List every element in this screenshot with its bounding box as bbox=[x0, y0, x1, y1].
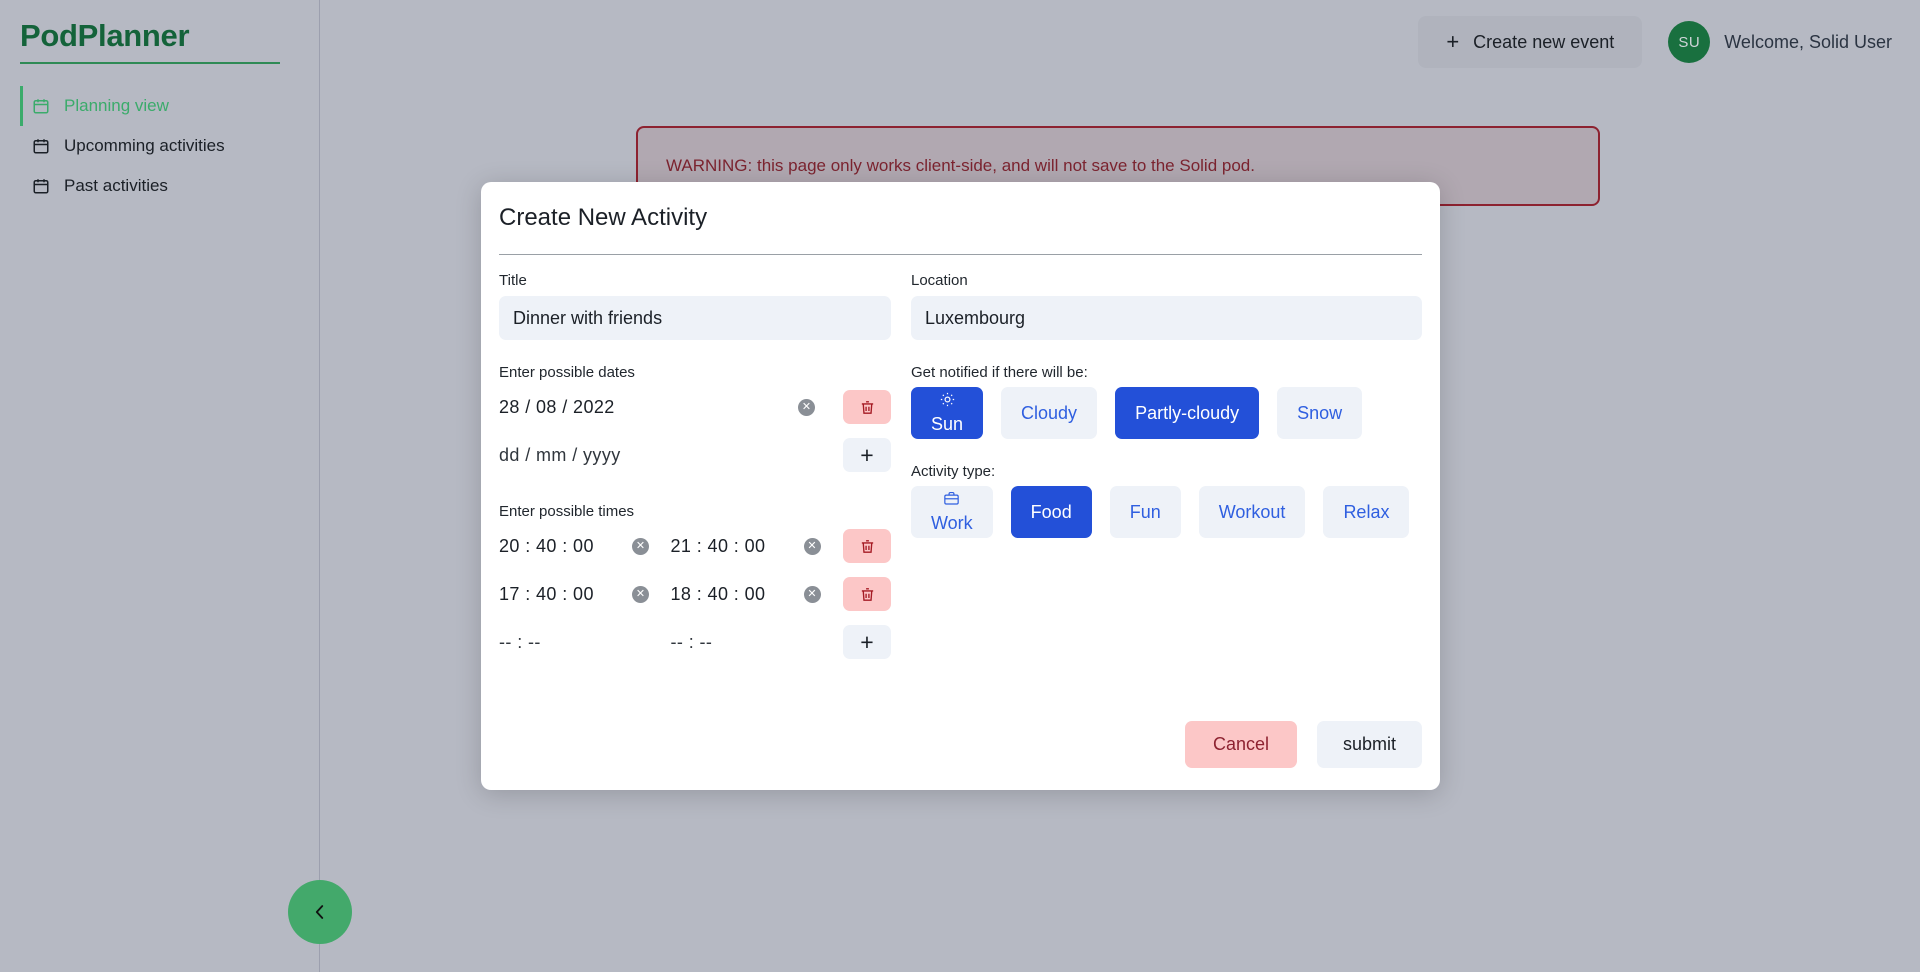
clear-circle-icon[interactable]: ✕ bbox=[798, 398, 815, 416]
weather-chip-label: Partly-cloudy bbox=[1135, 402, 1240, 423]
date-input-empty[interactable]: dd / mm / yyyy bbox=[499, 445, 798, 466]
delete-date-button[interactable] bbox=[843, 390, 891, 424]
weather-chip-label: Sun bbox=[931, 414, 964, 434]
date-input[interactable]: 28 / 08 / 2022 bbox=[499, 397, 798, 418]
clear-circle-icon[interactable]: ✕ bbox=[632, 585, 649, 603]
activity-chip-workout[interactable]: Workout bbox=[1198, 486, 1306, 538]
welcome-text: Welcome, Solid User bbox=[1724, 31, 1892, 52]
sidebar: PodPlanner Planning view Upcomming activ… bbox=[0, 0, 320, 972]
trash-icon bbox=[861, 400, 873, 414]
modal-title: Create New Activity bbox=[499, 204, 708, 231]
location-input[interactable] bbox=[911, 296, 1422, 340]
activity-chip-fun[interactable]: Fun bbox=[1109, 486, 1181, 538]
sidebar-item-planning-view[interactable]: Planning view bbox=[20, 86, 300, 126]
activity-chip-label: Food bbox=[1030, 501, 1072, 522]
times-section-label: Enter possible times bbox=[499, 503, 635, 520]
calendar-icon bbox=[32, 97, 50, 115]
user-area[interactable]: SU Welcome, Solid User bbox=[1668, 21, 1892, 63]
clear-circle-icon[interactable]: ✕ bbox=[803, 537, 821, 555]
sidebar-item-label: Past activities bbox=[64, 176, 168, 195]
delete-time-button[interactable] bbox=[843, 577, 891, 611]
sidebar-nav: Planning view Upcomming activities Past … bbox=[20, 86, 300, 206]
collapse-sidebar-button[interactable] bbox=[288, 880, 352, 944]
activity-chip-label: Work bbox=[931, 513, 973, 533]
time-end-input[interactable]: 21 : 40 : 00 bbox=[671, 536, 804, 557]
modal-footer: Cancel submit bbox=[1184, 721, 1422, 768]
add-date-button[interactable]: + bbox=[843, 438, 891, 472]
sidebar-item-label: Upcomming activities bbox=[64, 136, 225, 155]
app-root: PodPlanner Planning view Upcomming activ… bbox=[0, 0, 1920, 972]
weather-chip-snow[interactable]: Snow bbox=[1277, 387, 1363, 439]
time-row-empty: -- : -- ✕ -- : -- ✕ + bbox=[499, 618, 891, 666]
calendar-icon bbox=[32, 177, 50, 195]
time-end-input[interactable]: 18 : 40 : 00 bbox=[671, 584, 804, 605]
plus-icon: + bbox=[860, 441, 874, 468]
weather-chip-sun[interactable]: Sun bbox=[911, 387, 984, 439]
weather-chip-label: Cloudy bbox=[1021, 402, 1078, 423]
activity-chip-label: Workout bbox=[1218, 501, 1286, 522]
dates-section-label: Enter possible dates bbox=[499, 364, 635, 381]
time-start-input[interactable]: 20 : 40 : 00 bbox=[499, 536, 632, 557]
activity-chip-label: Fun bbox=[1129, 501, 1161, 522]
weather-chip-partly-cloudy[interactable]: Partly-cloudy bbox=[1115, 387, 1260, 439]
delete-time-button[interactable] bbox=[843, 529, 891, 563]
submit-button[interactable]: submit bbox=[1316, 721, 1422, 768]
create-activity-modal: Create New Activity Title Enter possible… bbox=[481, 182, 1440, 790]
time-row: 17 : 40 : 00 ✕ 18 : 40 : 00 ✕ bbox=[499, 570, 891, 618]
create-new-event-label: Create new event bbox=[1473, 31, 1615, 52]
activity-chip-label: Relax bbox=[1343, 501, 1390, 522]
weather-chip-label: Snow bbox=[1297, 402, 1343, 423]
briefcase-icon bbox=[943, 490, 960, 512]
calendar-icon bbox=[32, 137, 50, 155]
title-input[interactable] bbox=[499, 296, 891, 340]
date-row: 28 / 08 / 2022 ✕ bbox=[499, 383, 891, 431]
cancel-button[interactable]: Cancel bbox=[1184, 721, 1297, 768]
sun-icon bbox=[939, 391, 956, 413]
title-field-label: Title bbox=[499, 272, 527, 289]
avatar[interactable]: SU bbox=[1668, 21, 1711, 63]
trash-icon bbox=[861, 587, 873, 601]
activity-chip-food[interactable]: Food bbox=[1010, 486, 1092, 538]
modal-right-column: Location Get notified if there will be: … bbox=[911, 272, 1422, 538]
top-header: + Create new event SU Welcome, Solid Use… bbox=[1418, 16, 1892, 68]
clear-circle-icon[interactable]: ✕ bbox=[803, 585, 821, 603]
time-start-input-empty[interactable]: -- : -- bbox=[499, 632, 632, 653]
sidebar-item-label: Planning view bbox=[64, 96, 169, 115]
time-start-input[interactable]: 17 : 40 : 00 bbox=[499, 584, 632, 605]
sidebar-item-upcomming-activities[interactable]: Upcomming activities bbox=[20, 126, 300, 166]
clear-circle-icon[interactable]: ✕ bbox=[632, 537, 649, 555]
weather-section-label: Get notified if there will be: bbox=[911, 364, 1088, 381]
time-end-input-empty[interactable]: -- : -- bbox=[671, 632, 804, 653]
activity-chip-work[interactable]: Work bbox=[911, 486, 993, 538]
chevron-left-icon bbox=[315, 905, 324, 919]
activity-type-chip-group: Work Food Fun Workout Relax bbox=[911, 486, 1422, 538]
plus-icon: + bbox=[860, 628, 874, 655]
activity-type-section-label: Activity type: bbox=[911, 463, 996, 480]
add-time-button[interactable]: + bbox=[843, 625, 891, 659]
location-field-label: Location bbox=[911, 272, 968, 289]
modal-left-column: Title Enter possible dates 28 / 08 / 202… bbox=[499, 272, 891, 666]
trash-icon bbox=[861, 539, 873, 553]
time-row: 20 : 40 : 00 ✕ 21 : 40 : 00 ✕ bbox=[499, 522, 891, 570]
plus-icon: + bbox=[1446, 29, 1460, 54]
modal-divider bbox=[499, 254, 1422, 255]
app-logo: PodPlanner bbox=[20, 18, 280, 64]
warning-text: WARNING: this page only works client-sid… bbox=[666, 156, 1255, 175]
weather-chip-group: Sun Cloudy Partly-cloudy Snow bbox=[911, 387, 1422, 439]
sidebar-item-past-activities[interactable]: Past activities bbox=[20, 166, 300, 206]
create-new-event-button[interactable]: + Create new event bbox=[1418, 16, 1643, 68]
activity-chip-relax[interactable]: Relax bbox=[1323, 486, 1410, 538]
date-row-empty: dd / mm / yyyy ✕ + bbox=[499, 431, 891, 479]
weather-chip-cloudy[interactable]: Cloudy bbox=[1001, 387, 1098, 439]
